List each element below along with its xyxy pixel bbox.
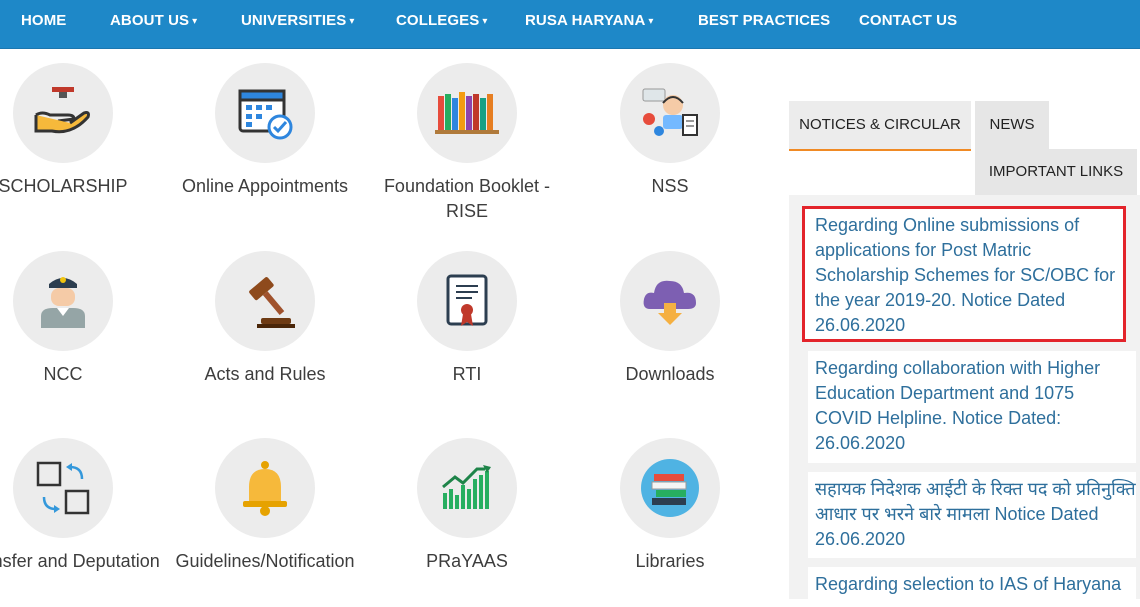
library-icon: [641, 459, 699, 517]
tile-libraries[interactable]: Libraries: [570, 438, 770, 574]
tile-nss[interactable]: NSS: [570, 63, 770, 199]
tile-guidelines-notification[interactable]: Guidelines/Notification: [165, 438, 365, 574]
tile-acts-and-rules[interactable]: Acts and Rules: [165, 251, 365, 387]
main-nav: HOME ABOUT US ▾ UNIVERSITIES ▾ COLLEGES ▾ R…: [0, 0, 1140, 49]
support-agent-icon: [642, 88, 698, 136]
tab-important-links[interactable]: IMPORTANT LINKS: [975, 149, 1137, 195]
tile-label: PRaYAAS: [426, 551, 508, 571]
tile-label: NSS: [651, 176, 689, 196]
nav-colleges[interactable]: COLLEGES ▾: [396, 0, 487, 42]
calendar-check-icon: [238, 89, 293, 140]
tile-label: Online Appointments: [181, 176, 349, 196]
nav-rusa-haryana[interactable]: RUSA HARYANA ▾: [525, 0, 654, 42]
books-icon: [435, 92, 499, 134]
bell-icon: [243, 461, 287, 516]
scholarship-icon: [34, 87, 90, 134]
cadet-icon: [41, 277, 85, 328]
tile-label: RTI: [452, 364, 482, 384]
nav-contact-us[interactable]: CONTACT US: [859, 0, 957, 42]
chevron-down-icon: ▾: [192, 16, 198, 27]
nav-universities[interactable]: UNIVERSITIES ▾: [241, 0, 355, 42]
tab-news[interactable]: NEWS: [975, 101, 1049, 149]
tile-rti[interactable]: RTI: [367, 251, 567, 387]
tile-label: Transfer and Deputation: [0, 551, 160, 571]
nav-home[interactable]: HOME: [21, 0, 66, 42]
tile-online-appointments[interactable]: Online Appointments: [165, 63, 365, 199]
tile-foundation-booklet[interactable]: Foundation Booklet - RISE: [367, 63, 567, 224]
tile-label: SCHOLARSHIP: [0, 176, 128, 196]
tile-label: NCC: [43, 364, 83, 384]
tile-label: Acts and Rules: [204, 364, 326, 384]
tile-prayaas[interactable]: PRaYAAS: [367, 438, 567, 574]
transfer-icon: [36, 461, 90, 515]
tile-label: Downloads: [625, 364, 715, 384]
chevron-down-icon: ▾: [349, 16, 355, 27]
tile-label: Libraries: [635, 551, 705, 571]
tab-notices-circular[interactable]: NOTICES & CIRCULAR: [789, 101, 971, 151]
cloud-download-icon: [643, 280, 696, 325]
gavel-icon: [249, 277, 295, 328]
tile-scholarship[interactable]: SCHOLARSHIP: [0, 63, 163, 199]
notice-item[interactable]: Regarding Online submissions of applicat…: [802, 206, 1126, 342]
tile-ncc[interactable]: NCC: [0, 251, 163, 387]
notice-item[interactable]: Regarding selection to IAS of Haryana: [808, 567, 1136, 607]
tile-downloads[interactable]: Downloads: [570, 251, 770, 387]
tile-label: Guidelines/Notification: [175, 551, 355, 571]
notice-item[interactable]: सहायक निदेशक आईटी के रिक्त पद को प्रतिनु…: [808, 472, 1136, 558]
nav-about-us[interactable]: ABOUT US ▾: [110, 0, 197, 42]
chevron-down-icon: ▾: [482, 16, 488, 27]
certificate-icon: [446, 274, 488, 326]
nav-best-practices[interactable]: BEST PRACTICES: [698, 0, 830, 42]
chevron-down-icon: ▾: [648, 16, 654, 27]
growth-chart-icon: [442, 465, 491, 509]
tile-transfer-and-deputation[interactable]: Transfer and Deputation: [0, 438, 163, 574]
notice-item[interactable]: Regarding collaboration with Higher Educ…: [808, 351, 1136, 463]
tile-label: Foundation Booklet - RISE: [383, 176, 551, 221]
